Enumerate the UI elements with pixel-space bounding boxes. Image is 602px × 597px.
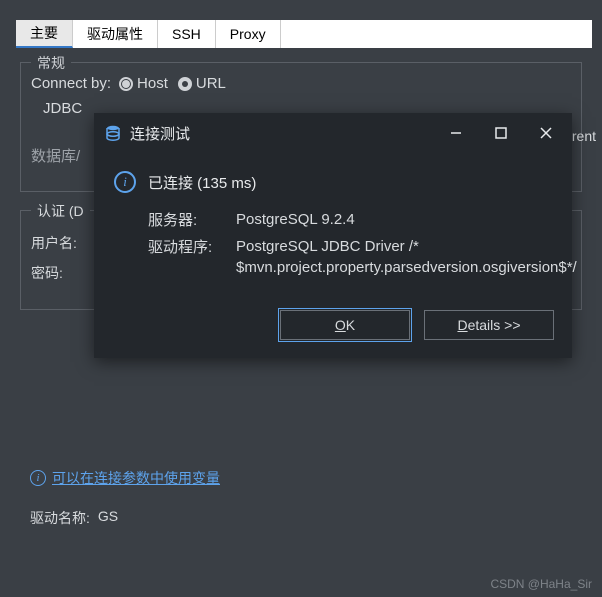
tab-driver-properties[interactable]: 驱动属性: [73, 20, 158, 48]
tab-bar: 主要 驱动属性 SSH Proxy: [16, 20, 592, 48]
username-label: 用户名:: [31, 233, 77, 253]
info-icon: i: [114, 171, 136, 193]
driver-value: PostgreSQL JDBC Driver /* $mvn.project.p…: [236, 236, 577, 278]
close-icon: [540, 127, 552, 139]
ok-button[interactable]: OK: [280, 310, 410, 340]
variable-link[interactable]: 可以在连接参数中使用变量: [52, 468, 220, 488]
radio-icon: [119, 77, 133, 91]
driver-name-value: GS: [98, 508, 118, 528]
radio-url[interactable]: URL: [178, 75, 226, 92]
watermark: CSDN @HaHa_Sir: [490, 577, 592, 591]
db-schema-label: 数据库/: [31, 145, 101, 166]
minimize-icon: [450, 127, 462, 139]
radio-host[interactable]: Host: [119, 75, 168, 92]
dialog-title: 连接测试: [130, 123, 433, 144]
connection-status: 已连接 (135 ms): [148, 172, 256, 193]
radio-host-label: Host: [137, 75, 168, 92]
driver-name-label: 驱动名称:: [30, 508, 90, 528]
tab-ssh[interactable]: SSH: [158, 20, 216, 48]
maximize-button[interactable]: [478, 113, 523, 153]
server-value: PostgreSQL 9.2.4: [236, 209, 355, 230]
password-label: 密码:: [31, 263, 63, 283]
close-button[interactable]: [523, 113, 568, 153]
details-button[interactable]: Details >>: [424, 310, 554, 340]
connection-test-dialog: 连接测试 i 已连接 (135 ms) 服务器: PostgreSQL 9.2.…: [94, 113, 572, 358]
tab-main[interactable]: 主要: [16, 20, 73, 48]
maximize-icon: [495, 127, 507, 139]
tab-proxy[interactable]: Proxy: [216, 20, 281, 48]
radio-icon: [178, 77, 192, 91]
connect-by-label: Connect by:: [31, 75, 111, 92]
driver-label: 驱动程序:: [148, 236, 236, 278]
auth-legend: 认证 (D: [31, 201, 90, 221]
server-label: 服务器:: [148, 209, 236, 230]
database-icon: [104, 124, 122, 142]
variable-link-row: i 可以在连接参数中使用变量: [30, 468, 582, 488]
minimize-button[interactable]: [433, 113, 478, 153]
info-icon: i: [30, 470, 46, 486]
radio-url-label: URL: [196, 75, 226, 92]
dialog-titlebar: 连接测试: [94, 113, 572, 153]
general-legend: 常规: [31, 53, 71, 73]
jdbc-label: JDBC: [43, 100, 82, 117]
